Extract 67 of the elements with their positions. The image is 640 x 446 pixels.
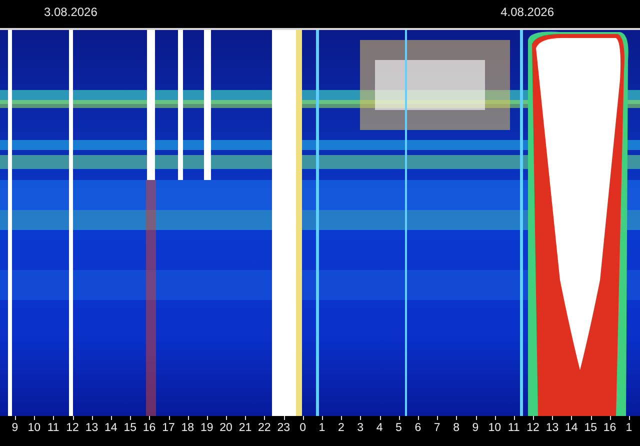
axis-tick <box>110 416 112 420</box>
date-label: 3.08.2026 <box>44 4 98 21</box>
hour-label: 4 <box>375 421 384 436</box>
axis-tick <box>437 416 438 420</box>
axis-tick <box>188 416 189 420</box>
axis-tick <box>226 416 228 420</box>
axis-tick <box>629 416 630 420</box>
axis-tick <box>72 416 74 420</box>
axis-tick <box>533 416 534 420</box>
hour-label: 16 <box>142 421 157 436</box>
axis-tick <box>418 416 419 420</box>
hour-label: 0 <box>298 421 307 436</box>
axis-tick <box>610 416 611 420</box>
hour-label: 13 <box>84 421 100 436</box>
axis-tick <box>53 416 54 420</box>
axis-tick <box>245 416 246 420</box>
hour-label: 6 <box>414 421 422 436</box>
axis-tick <box>264 416 266 420</box>
axis-tick <box>130 416 132 420</box>
date-label: 4.08.2026 <box>500 4 554 21</box>
axis-tick <box>206 416 208 420</box>
axis-tick <box>360 416 362 420</box>
axis-tick <box>341 416 342 420</box>
hour-label: 15 <box>122 421 138 436</box>
hour-label: 21 <box>238 421 253 436</box>
hour-label: 18 <box>180 421 196 436</box>
hour-label: 10 <box>487 421 502 436</box>
axis-tick <box>302 416 304 420</box>
hour-label: 12 <box>526 421 540 436</box>
axis-tick <box>92 416 93 420</box>
hour-label: 8 <box>452 421 460 436</box>
hour-label: 23 <box>276 421 291 436</box>
axis-tick <box>168 416 170 420</box>
axis-tick <box>552 416 554 420</box>
axis-tick <box>15 416 16 420</box>
hour-label: 1 <box>318 421 326 436</box>
hour-label: 5 <box>394 421 403 436</box>
axis-tick <box>590 416 592 420</box>
hour-label: 9 <box>471 421 480 436</box>
hour-label: 11 <box>46 421 60 436</box>
hour-label: 10 <box>26 421 42 436</box>
axis-tick <box>494 416 496 420</box>
hour-label: 15 <box>583 421 598 436</box>
axis-tick <box>322 416 323 420</box>
axis-tick <box>149 416 150 420</box>
axis-tick <box>514 416 515 420</box>
hour-label: 14 <box>564 421 579 436</box>
hour-label: 16 <box>602 421 618 436</box>
axis-tick <box>380 416 381 420</box>
hour-label: 12 <box>65 421 80 436</box>
hour-label: 17 <box>161 421 176 436</box>
hour-label: 3 <box>356 421 365 436</box>
axis-tick <box>571 416 572 420</box>
hour-label: 19 <box>199 421 214 436</box>
hour-label: 14 <box>104 421 118 436</box>
hour-label: 2 <box>336 421 346 436</box>
axis-tick <box>398 416 400 420</box>
axis-tick <box>284 416 285 420</box>
hour-label: 13 <box>544 421 560 436</box>
axis-tick <box>456 416 458 420</box>
axis-tick <box>34 416 36 420</box>
hour-label: 9 <box>10 421 20 436</box>
hour-label: 11 <box>506 421 521 436</box>
hour-label: 20 <box>218 421 234 436</box>
hour-label: 22 <box>257 421 272 436</box>
hour-label: 1 <box>624 421 634 436</box>
hour-label: 7 <box>432 421 442 436</box>
